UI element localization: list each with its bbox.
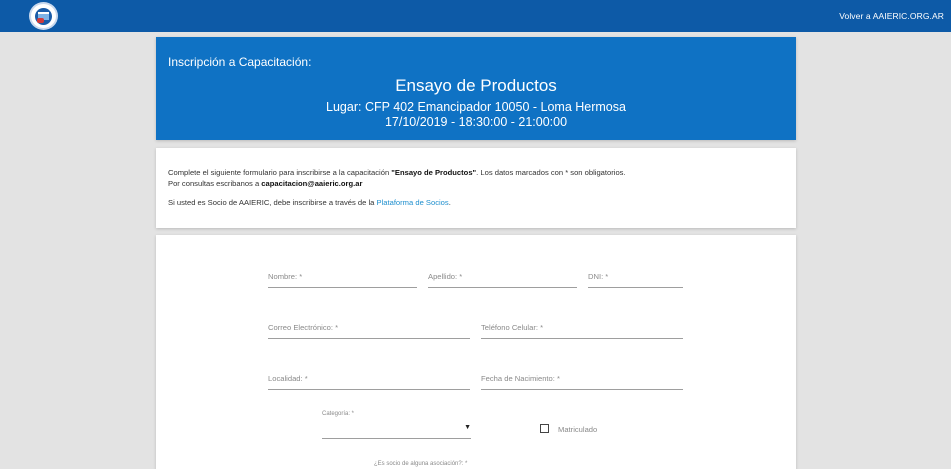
phone-field[interactable]: Teléfono Celular: * bbox=[481, 321, 683, 339]
registration-form: Nombre: * Apellido: * DNI: * Correo Elec… bbox=[156, 235, 796, 469]
categoria-select[interactable]: ▼ bbox=[322, 421, 471, 439]
asociacion-label: ¿Es socio de alguna asociación?: * bbox=[374, 461, 468, 467]
chevron-down-icon: ▼ bbox=[464, 424, 471, 431]
course-date: 17/10/2019 - 18:30:00 - 21:00:00 bbox=[384, 115, 568, 129]
registration-kicker: Inscripción a Capacitación: bbox=[168, 55, 312, 69]
email-field[interactable]: Correo Electrónico: * bbox=[268, 321, 470, 339]
member-platform-link[interactable]: Plataforma de Socios bbox=[377, 198, 449, 207]
instructions-line-2: Por consultas escribanos a capacitacion@… bbox=[168, 179, 363, 188]
instructions-line-3: Si usted es Socio de AAIERIC, debe inscr… bbox=[168, 198, 451, 207]
apellido-field[interactable]: Apellido: * bbox=[428, 270, 577, 288]
dni-field[interactable]: DNI: * bbox=[588, 270, 683, 288]
aaieric-logo-icon[interactable] bbox=[29, 2, 58, 30]
instructions-card: Complete el siguiente formulario para in… bbox=[156, 148, 796, 228]
categoria-label: Categoría: * bbox=[322, 411, 355, 417]
matriculado-checkbox[interactable] bbox=[540, 424, 549, 433]
course-location: Lugar: CFP 402 Emancipador 10050 - Loma … bbox=[326, 100, 626, 114]
contact-email: capacitacion@aaieric.org.ar bbox=[261, 179, 363, 188]
top-navbar: Volver a AAIERIC.ORG.AR bbox=[0, 0, 951, 32]
nombre-field[interactable]: Nombre: * bbox=[268, 270, 417, 288]
instructions-line-1: Complete el siguiente formulario para in… bbox=[168, 168, 626, 177]
back-to-site-link[interactable]: Volver a AAIERIC.ORG.AR bbox=[839, 11, 944, 21]
course-header: Inscripción a Capacitación: Ensayo de Pr… bbox=[156, 37, 796, 140]
course-title: Ensayo de Productos bbox=[395, 76, 557, 95]
birthdate-field[interactable]: Fecha de Nacimiento: * bbox=[481, 372, 683, 390]
matriculado-label: Matriculado bbox=[558, 425, 598, 434]
localidad-field[interactable]: Localidad: * bbox=[268, 372, 470, 390]
